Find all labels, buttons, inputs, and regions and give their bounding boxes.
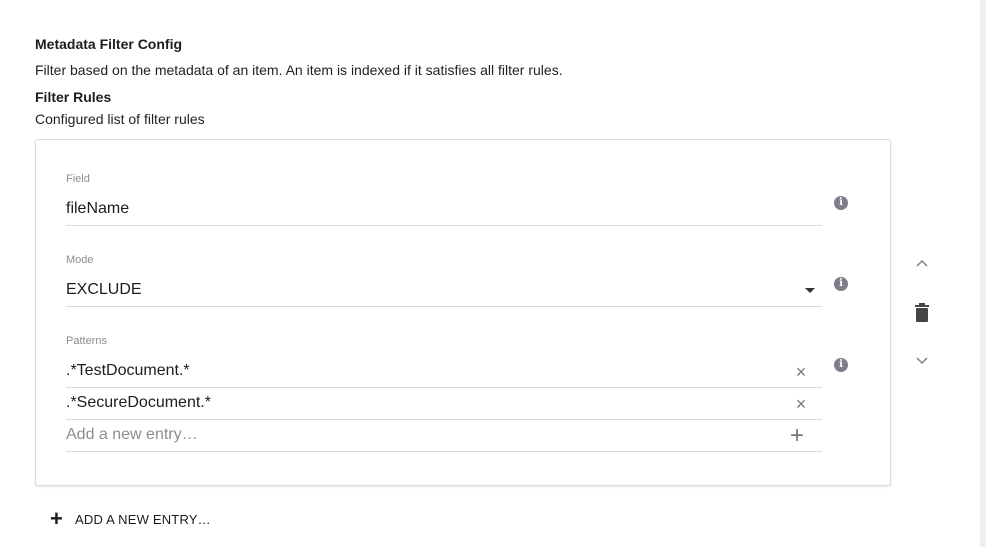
mode-underline bbox=[66, 306, 822, 307]
field-label: Field bbox=[66, 173, 90, 185]
filter-rules-title: Filter Rules bbox=[35, 89, 112, 105]
caret-down-icon[interactable] bbox=[805, 288, 815, 293]
add-new-entry-button[interactable]: + ADD A NEW ENTRY… bbox=[50, 506, 211, 531]
plus-icon: + bbox=[50, 506, 63, 531]
pattern-underline bbox=[66, 419, 822, 420]
pattern-underline bbox=[66, 387, 822, 388]
close-icon[interactable]: × bbox=[793, 363, 809, 381]
page: Metadata Filter Config Filter based on t… bbox=[0, 0, 980, 547]
filter-rule-card: Field fileName i Mode EXCLUDE i Patterns… bbox=[35, 139, 891, 486]
patterns-label: Patterns bbox=[66, 335, 107, 347]
pattern-entry-input[interactable]: .*SecureDocument.* bbox=[66, 394, 211, 412]
new-pattern-underline bbox=[66, 451, 822, 452]
info-icon[interactable]: i bbox=[834, 196, 848, 210]
section-description: Filter based on the metadata of an item.… bbox=[35, 62, 563, 78]
chevron-up-icon[interactable] bbox=[913, 257, 931, 275]
trash-icon[interactable] bbox=[913, 303, 931, 322]
section-title: Metadata Filter Config bbox=[35, 36, 183, 52]
field-input[interactable]: fileName bbox=[66, 200, 129, 218]
mode-select[interactable]: EXCLUDE bbox=[66, 281, 822, 299]
right-gutter bbox=[980, 0, 986, 547]
add-new-entry-label: ADD A NEW ENTRY… bbox=[75, 511, 211, 527]
field-underline bbox=[66, 225, 822, 226]
plus-icon[interactable]: + bbox=[788, 424, 806, 448]
chevron-down-icon[interactable] bbox=[913, 353, 931, 371]
filter-rules-description: Configured list of filter rules bbox=[35, 111, 205, 127]
pattern-entry-input[interactable]: .*TestDocument.* bbox=[66, 362, 190, 380]
info-icon[interactable]: i bbox=[834, 277, 848, 291]
info-icon[interactable]: i bbox=[834, 358, 848, 372]
mode-label: Mode bbox=[66, 254, 94, 266]
close-icon[interactable]: × bbox=[793, 395, 809, 413]
new-pattern-input[interactable]: Add a new entry… bbox=[66, 426, 198, 444]
